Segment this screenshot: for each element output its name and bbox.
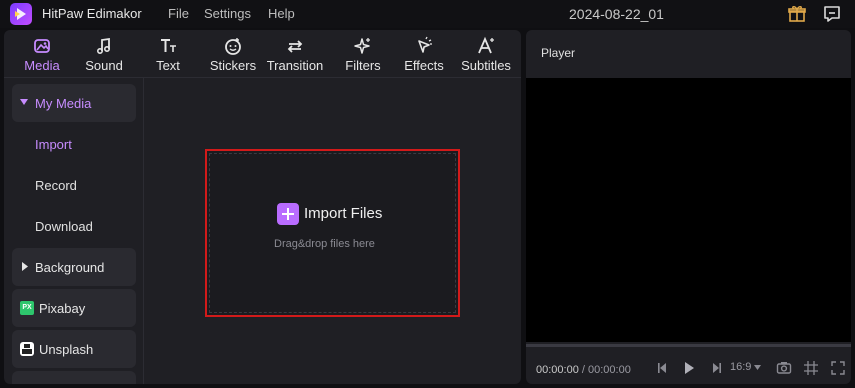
tab-stickers[interactable]: Stickers: [207, 30, 259, 78]
tab-bar: Media Sound Text Stickers Transition Fil…: [4, 30, 521, 78]
aspect-ratio-value: 16:9: [730, 361, 752, 373]
sidebar-item-more[interactable]: [12, 371, 136, 384]
tab-subtitles[interactable]: Subtitles: [459, 30, 513, 78]
menu-file[interactable]: File: [168, 6, 189, 21]
tab-sound[interactable]: Sound: [80, 30, 128, 78]
playback-progress-bar[interactable]: [526, 344, 851, 347]
title-bar: HitPaw Edimakor File Settings Help 2024-…: [0, 0, 855, 28]
drag-drop-hint: Drag&drop files here: [274, 238, 375, 250]
tab-transition[interactable]: Transition: [265, 30, 325, 78]
sidebar-item-label: My Media: [35, 96, 92, 111]
previous-frame-icon[interactable]: [656, 359, 668, 377]
music-note-icon: [96, 37, 111, 55]
chevron-down-icon: [754, 365, 762, 370]
menu-settings[interactable]: Settings: [204, 6, 251, 21]
snapshot-camera-icon[interactable]: [776, 359, 792, 377]
media-sidebar: My Media Import Record Download Backgrou…: [4, 78, 144, 384]
menu-help[interactable]: Help: [268, 6, 295, 21]
tab-effects-label: Effects: [404, 58, 444, 73]
sidebar-item-import[interactable]: Import: [35, 137, 72, 152]
sidebar-item-label: Unsplash: [39, 342, 94, 357]
tab-stickers-label: Stickers: [209, 58, 257, 73]
total-time: 00:00:00: [588, 364, 631, 376]
feedback-icon[interactable]: [821, 3, 843, 25]
media-icon: [34, 39, 50, 53]
player-panel: Player 00:00:00 / 00:00:00 16:9: [526, 30, 851, 384]
subtitles-icon: [478, 36, 494, 54]
sidebar-item-unsplash[interactable]: Unsplash: [12, 330, 136, 368]
aspect-ratio-select[interactable]: 16:9: [730, 361, 762, 379]
timecode: 00:00:00 / 00:00:00: [536, 364, 631, 376]
sidebar-item-label: Pixabay: [39, 301, 86, 316]
tab-subtitles-label: Subtitles: [461, 58, 511, 73]
tab-filters-label: Filters: [345, 58, 381, 73]
tab-text-label: Text: [156, 58, 180, 73]
player-title: Player: [541, 46, 576, 60]
caret-down-icon: [20, 99, 28, 105]
player-viewport: [526, 78, 851, 342]
next-frame-icon[interactable]: [711, 359, 723, 377]
effects-icon: [418, 36, 432, 53]
app-name: HitPaw Edimakor: [42, 6, 142, 21]
time-separator: /: [581, 364, 585, 376]
grid-crop-icon[interactable]: [804, 359, 818, 377]
gift-icon[interactable]: [786, 3, 808, 25]
fullscreen-icon[interactable]: [831, 359, 845, 377]
tab-text[interactable]: Text: [144, 30, 192, 78]
play-icon[interactable]: [683, 359, 695, 377]
sidebar-item-background[interactable]: Background: [12, 248, 136, 286]
import-drop-zone[interactable]: [205, 149, 460, 317]
tab-sound-label: Sound: [85, 58, 123, 73]
tab-transition-label: Transition: [266, 58, 324, 73]
plus-icon: [277, 203, 299, 225]
import-files-label: Import Files: [304, 205, 383, 222]
tab-media[interactable]: Media: [18, 30, 66, 78]
sidebar-item-download[interactable]: Download: [35, 219, 93, 234]
unsplash-logo-icon: [20, 342, 34, 356]
sidebar-item-pixabay[interactable]: PX Pixabay: [12, 289, 136, 327]
pixabay-logo-icon: PX: [20, 301, 34, 315]
sidebar-item-record[interactable]: Record: [35, 178, 77, 193]
app-logo-icon: [10, 3, 32, 25]
sticker-icon: [225, 38, 241, 55]
sparkle-icon: [354, 38, 370, 54]
tab-effects[interactable]: Effects: [400, 30, 448, 78]
transition-arrows-icon: [287, 40, 303, 53]
project-title: 2024-08-22_01: [569, 6, 664, 22]
current-time: 00:00:00: [536, 364, 579, 376]
tab-filters[interactable]: Filters: [339, 30, 387, 78]
sidebar-item-my-media[interactable]: My Media: [12, 84, 136, 122]
text-icon: [161, 39, 176, 52]
caret-right-icon: [22, 262, 28, 271]
tab-media-label: Media: [24, 58, 60, 73]
sidebar-item-label: Background: [35, 260, 105, 275]
drop-zone-inner-border: [209, 153, 456, 313]
